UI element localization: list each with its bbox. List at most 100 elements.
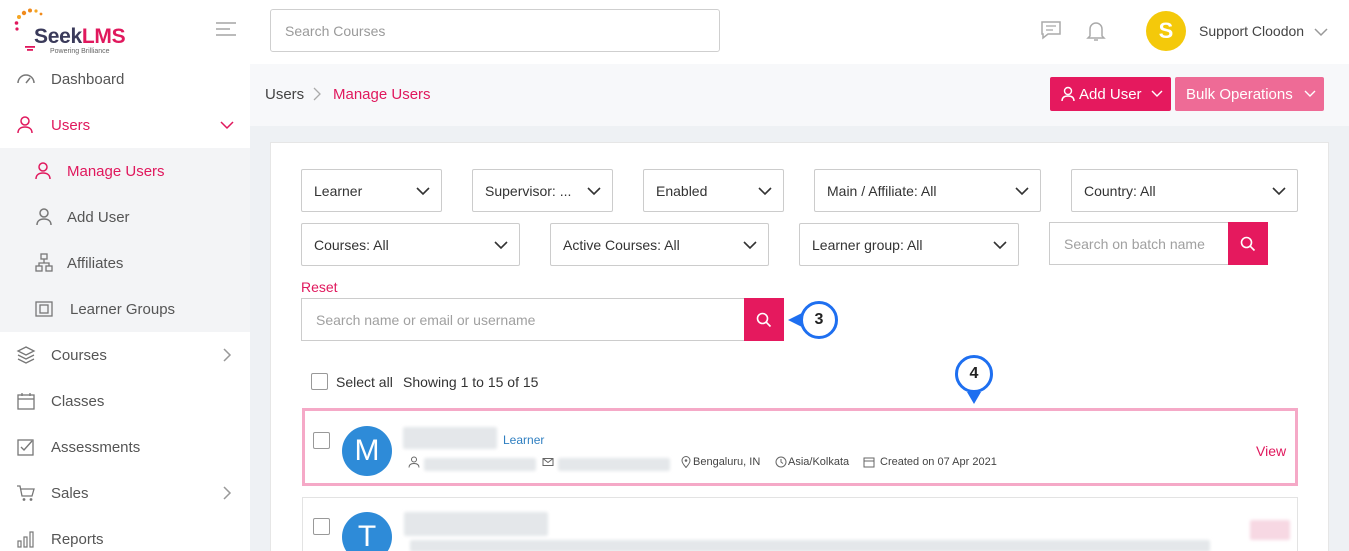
calendar-icon [17, 393, 35, 410]
user-icon [1061, 86, 1075, 102]
sidebar-label: Add User [67, 208, 130, 226]
search-icon [756, 312, 772, 327]
select-all-label: Select all [336, 374, 393, 390]
view-user-link[interactable]: View [1256, 443, 1286, 459]
active-courses-filter-select[interactable]: Active Courses: All [550, 223, 769, 266]
logo-tagline: Powering Brilliance [50, 48, 110, 55]
logo-text: SeekLMS [34, 25, 126, 48]
sidebar-item-reports[interactable]: Reports [0, 516, 250, 551]
add-user-label: Add User [1079, 85, 1142, 103]
country-filter-select[interactable]: Country: All [1071, 169, 1298, 212]
logo[interactable]: SeekLMS Powering Brilliance [14, 8, 144, 58]
breadcrumb-users[interactable]: Users [265, 86, 304, 103]
callout-badge-3: 3 [800, 301, 838, 339]
clock-icon [775, 456, 787, 468]
callout-badge-4: 4 [955, 355, 993, 393]
sidebar-item-assessments[interactable]: Assessments [0, 424, 250, 470]
redacted-username [424, 458, 536, 471]
sidebar-label: Manage Users [67, 162, 165, 180]
sidebar-label: Learner Groups [70, 300, 176, 318]
checklist-icon [17, 439, 34, 456]
sidebar-label: Courses [51, 346, 107, 364]
chevron-down-icon[interactable] [1314, 27, 1328, 37]
learner-group-filter-select[interactable]: Learner group: All [799, 223, 1019, 266]
name-search-input[interactable] [301, 298, 744, 341]
sidebar-item-users[interactable]: Users [0, 102, 250, 148]
bell-icon[interactable] [1086, 20, 1106, 42]
sidebar-item-learner-groups[interactable]: Learner Groups [0, 286, 250, 332]
redacted-details [410, 540, 1210, 551]
row-checkbox[interactable] [313, 518, 330, 535]
user-name[interactable]: Support Cloodon [1199, 23, 1304, 39]
redacted-name [404, 512, 548, 536]
course-search-input[interactable] [270, 9, 720, 52]
select-value: Country: All [1084, 182, 1156, 199]
breadcrumb-current: Manage Users [333, 86, 431, 103]
chevron-down-icon [1272, 187, 1286, 196]
redacted-email [558, 458, 670, 471]
select-value: Supervisor: ... [485, 182, 572, 199]
layers-icon [16, 346, 36, 364]
bulk-operations-label: Bulk Operations [1186, 85, 1293, 103]
bar-chart-icon [17, 531, 34, 548]
callout-pointer-icon [967, 392, 981, 404]
sidebar-item-add-user[interactable]: Add User [0, 194, 250, 240]
chevron-down-icon [743, 241, 757, 250]
bulk-operations-button[interactable]: Bulk Operations [1175, 77, 1324, 111]
add-user-button[interactable]: Add User [1050, 77, 1171, 111]
chevron-down-icon [587, 187, 601, 196]
status-filter-select[interactable]: Enabled [643, 169, 784, 212]
cart-icon [17, 485, 35, 501]
sidebar-item-manage-users[interactable]: Manage Users [0, 148, 250, 194]
chevron-down-icon [1151, 90, 1163, 97]
user-icon [408, 456, 420, 468]
select-all-checkbox[interactable] [311, 373, 328, 390]
sidebar-item-dashboard[interactable]: Dashboard [0, 56, 250, 102]
sidebar-label: Affiliates [67, 254, 124, 272]
redacted-action [1250, 520, 1290, 540]
sidebar: Dashboard Users Manage Users Add User Af… [0, 64, 250, 551]
chat-icon[interactable] [1040, 20, 1062, 40]
sidebar-item-affiliates[interactable]: Affiliates [0, 240, 250, 286]
user-location: Bengaluru, IN [693, 456, 761, 468]
group-frame-icon [35, 301, 53, 317]
sidebar-item-classes[interactable]: Classes [0, 378, 250, 424]
sidebar-label: Assessments [51, 438, 141, 456]
envelope-icon [542, 458, 554, 466]
batch-search-button[interactable] [1228, 222, 1268, 265]
chevron-down-icon [416, 187, 430, 196]
sidebar-label: Users [51, 116, 91, 134]
sidebar-item-courses[interactable]: Courses [0, 332, 250, 378]
select-value: Learner group: All [812, 236, 923, 253]
menu-toggle-icon[interactable] [216, 22, 236, 38]
users-icon [17, 116, 33, 134]
users-icon [35, 162, 51, 180]
select-value: Enabled [656, 182, 708, 199]
search-icon [1240, 236, 1256, 251]
sidebar-label: Dashboard [51, 70, 125, 88]
row-checkbox[interactable] [313, 432, 330, 449]
chevron-right-icon [223, 348, 232, 362]
courses-filter-select[interactable]: Courses: All [301, 223, 520, 266]
role-badge: Learner [503, 433, 545, 447]
batch-search-input[interactable] [1049, 222, 1228, 265]
sidebar-label: Classes [51, 392, 105, 410]
user-avatar[interactable]: S [1146, 11, 1186, 51]
results-count: Showing 1 to 15 of 15 [403, 374, 539, 390]
name-search-button[interactable] [744, 298, 784, 341]
reset-link[interactable]: Reset [301, 279, 338, 295]
chevron-down-icon [1304, 90, 1316, 97]
created-date: Created on 07 Apr 2021 [880, 456, 997, 468]
location-pin-icon [681, 456, 691, 468]
sidebar-item-sales[interactable]: Sales [0, 470, 250, 516]
redacted-name [403, 427, 497, 449]
hierarchy-icon [35, 253, 53, 272]
chevron-down-icon [1015, 187, 1029, 196]
role-filter-select[interactable]: Learner [301, 169, 442, 212]
chevron-right-icon [223, 486, 232, 500]
affiliate-filter-select[interactable]: Main / Affiliate: All [814, 169, 1041, 212]
supervisor-filter-select[interactable]: Supervisor: ... [472, 169, 613, 212]
select-value: Main / Affiliate: All [827, 182, 937, 199]
top-bar: SeekLMS Powering Brilliance S Support Cl… [0, 0, 1349, 64]
user-icon [36, 208, 52, 226]
